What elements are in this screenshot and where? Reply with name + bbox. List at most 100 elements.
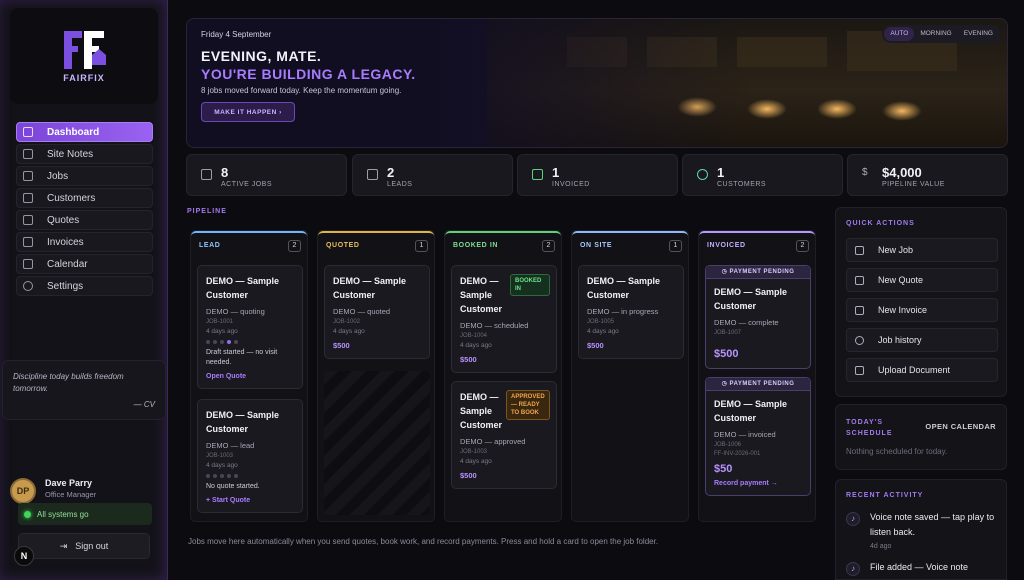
column-count: 1 [415,240,428,252]
card-title: DEMO — Sample Customer [460,276,503,314]
hero-banner: Friday 4 September EVENING, MATE. YOU'RE… [186,18,1008,148]
open-calendar-button[interactable]: OPEN CALENDAR [925,422,996,431]
new-quote-button[interactable]: New Quote [846,268,998,292]
card-note: Draft started — no visit needed. [206,349,278,366]
sidebar-item-settings[interactable]: Settings [16,276,153,296]
n-badge[interactable]: N [14,546,34,566]
card-job-id: JOB-1003 [460,449,488,455]
new-job-button[interactable]: New Job [846,238,998,262]
sidebar-item-label: Settings [47,280,84,292]
job-card[interactable]: BOOKED IN DEMO — Sample Customer DEMO — … [451,265,557,373]
stat-value: 2 [387,165,395,180]
card-amount: $50 [714,463,733,475]
stat-pipeline-value[interactable]: $ $4,000 PIPELINE VALUE [847,154,1008,196]
user-role: Office Manager [45,490,97,499]
document-icon [367,169,378,180]
stat-customers[interactable]: 1 CUSTOMERS [682,154,843,196]
quick-actions-title: QUICK ACTIONS [846,220,915,227]
stat-active-jobs[interactable]: 8 ACTIVE JOBS [186,154,347,196]
microphone-icon: ♪ [846,562,860,576]
open-quote-link[interactable]: Open Quote [206,373,294,380]
stat-invoiced[interactable]: 1 INVOICED [517,154,678,196]
user-icon [697,169,708,180]
sign-out-button[interactable]: ⇥ Sign out [18,533,150,559]
card-age: 4 days ago [587,328,619,335]
app-root: FAIRFIX Dashboard Site Notes Jobs Custom… [0,0,1024,580]
mode-auto[interactable]: AUTO [884,27,915,41]
card-amount: $500 [587,341,604,350]
quick-action-label: Job history [878,335,922,345]
stat-value: $4,000 [882,165,922,180]
sidebar-item-invoices[interactable]: Invoices [16,232,153,252]
quick-action-label: New Invoice [878,305,928,315]
new-invoice-button[interactable]: New Invoice [846,298,998,322]
column-count: 2 [542,240,555,252]
sidebar-item-site-notes[interactable]: Site Notes [16,144,153,164]
card-title: DEMO — Sample Customer [714,399,788,423]
document-icon [855,275,864,285]
activity-text: File added — Voice note [870,562,969,572]
card-amount: $500 [333,341,350,350]
card-status: DEMO — approved [460,437,526,446]
mode-morning[interactable]: MORNING [914,27,957,41]
job-card[interactable]: APPROVED — READY TO BOOK DEMO — Sample C… [451,381,557,489]
stat-value: 8 [221,165,229,180]
sidebar-item-quotes[interactable]: Quotes [16,210,153,230]
sidebar-item-customers[interactable]: Customers [16,188,153,208]
calendar-icon [23,259,33,269]
brand-logo[interactable]: FAIRFIX [10,8,158,104]
gear-icon [23,281,33,291]
status-dot-icon [24,510,31,518]
activity-time: 4d ago [870,543,892,550]
job-history-button[interactable]: Job history [846,328,998,352]
pipeline-column-booked-in: BOOKED IN 2 BOOKED IN DEMO — Sample Cust… [444,230,562,522]
payment-pending-badge: ◷ PAYMENT PENDING [706,266,810,279]
user-profile[interactable]: DP Dave Parry Office Manager [10,474,156,506]
card-title: DEMO — Sample Customer [206,276,280,300]
briefcase-icon [855,245,864,255]
system-status-text: All systems go [37,509,89,519]
record-payment-link[interactable]: Record payment → [714,480,802,487]
job-card[interactable]: DEMO — Sample Customer DEMO — in progres… [578,265,684,359]
card-job-id: JOB-1007 [714,330,742,336]
stat-value: 1 [717,165,725,180]
quick-action-label: New Job [878,245,914,255]
pipeline-footnote: Jobs move here automatically when you se… [188,537,659,546]
job-card[interactable]: DEMO — Sample Customer DEMO — quoting JO… [197,265,303,389]
make-it-happen-button[interactable]: MAKE IT HAPPEN › [201,102,295,122]
card-title: DEMO — Sample Customer [587,276,661,300]
column-name: BOOKED IN [453,242,499,249]
fairfix-logo-icon [64,31,106,69]
card-note: No quote started. [206,483,260,490]
briefcase-icon [201,169,212,180]
job-card[interactable]: DEMO — Sample Customer DEMO — quoted JOB… [324,265,430,359]
upload-icon [855,365,864,375]
job-card[interactable]: ◷ PAYMENT PENDING DEMO — Sample Customer… [705,377,811,496]
quick-action-label: New Quote [878,275,924,285]
sidebar-item-dashboard[interactable]: Dashboard [16,122,153,142]
receipt-icon [855,305,864,315]
quote-author: — CV [133,400,155,409]
hero-greeting: EVENING, MATE. [201,48,322,64]
card-status: DEMO — in progress [587,307,659,316]
upload-document-button[interactable]: Upload Document [846,358,998,382]
card-job-id: JOB-1005 [587,319,615,325]
job-card[interactable]: ◷ PAYMENT PENDING DEMO — Sample Customer… [705,265,811,369]
sidebar-item-label: Customers [47,192,96,204]
sidebar-item-calendar[interactable]: Calendar [16,254,153,274]
start-quote-link[interactable]: + Start Quote [206,497,294,504]
clock-icon: ◷ [721,381,730,387]
card-age: 4 days ago [460,342,492,349]
document-icon [23,215,33,225]
card-amount: $500 [714,348,739,360]
brand-name: FAIRFIX [63,73,105,83]
quick-actions-panel: QUICK ACTIONS New Job New Quote New Invo… [835,207,1007,397]
mode-evening[interactable]: EVENING [958,27,999,41]
card-amount: $500 [460,355,477,364]
stat-leads[interactable]: 2 LEADS [352,154,513,196]
card-age: 4 days ago [333,328,365,335]
stat-value: 1 [552,165,560,180]
job-card[interactable]: DEMO — Sample Customer DEMO — lead JOB-1… [197,399,303,513]
card-job-id: JOB-1003 [206,453,234,459]
sidebar-item-jobs[interactable]: Jobs [16,166,153,186]
